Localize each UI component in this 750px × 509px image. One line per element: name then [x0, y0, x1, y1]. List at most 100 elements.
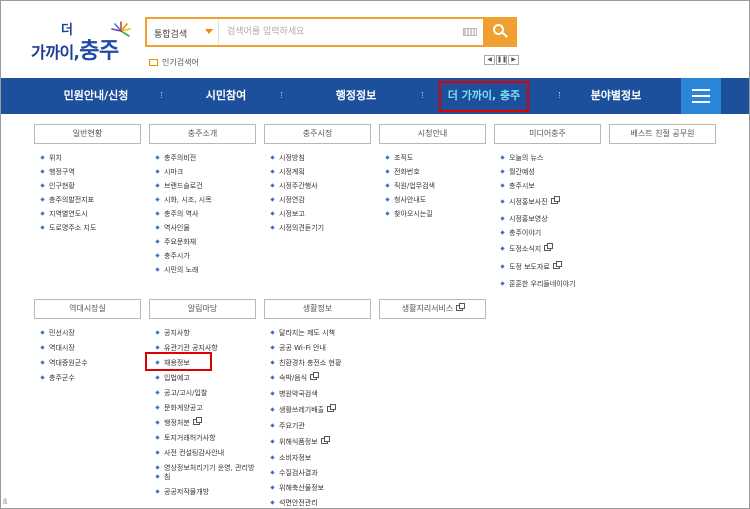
list-item[interactable]: 토지거래허가사항 [154, 434, 254, 442]
list-item[interactable]: 인구현황 [39, 182, 96, 190]
list-item[interactable]: 조직도 [384, 154, 435, 162]
hamburger-icon [692, 89, 710, 91]
list-item[interactable]: 시정홍보사진 [499, 196, 576, 206]
list-item[interactable]: 훈훈한 우리들네이야기 [499, 280, 576, 288]
sitemap-head-cityhall[interactable]: 시청안내 [379, 124, 486, 144]
list-item[interactable]: 문화게양공고 [154, 404, 254, 412]
list-item[interactable]: 소비자정보 [269, 454, 341, 462]
list-item[interactable]: 충주군수 [39, 374, 88, 382]
new-window-icon [310, 372, 320, 380]
list-item[interactable]: 직원/업무검색 [384, 182, 435, 190]
list-item[interactable]: 석면안전관리 [269, 499, 341, 507]
list-item[interactable]: 청사안내도 [384, 196, 435, 204]
list-item[interactable]: 오늘의 뉴스 [499, 154, 576, 162]
list-item[interactable]: 위치 [39, 154, 96, 162]
prev-button[interactable]: ◀ [484, 55, 495, 65]
list-item[interactable]: 충주의발전지표 [39, 196, 96, 204]
chungju-logo[interactable]: 더 가까이,충주 [31, 19, 131, 65]
list-item[interactable]: 시정방침 [269, 154, 324, 162]
keyboard-icon[interactable] [463, 28, 477, 36]
list-item[interactable]: 공공저작물개방 [154, 488, 254, 496]
nav-item-admin-info[interactable]: 행정정보 [311, 78, 401, 114]
pause-button[interactable]: ❚❚ [496, 55, 507, 65]
list-item[interactable]: 시마크 [154, 168, 212, 176]
list-item-continued[interactable]: 침 [154, 473, 254, 481]
nav-separator [559, 92, 561, 98]
list-item[interactable]: 시화, 시조, 시목 [154, 196, 212, 204]
list-item[interactable]: 도로명주소 지도 [39, 224, 96, 232]
list-item[interactable]: 시정보고 [269, 210, 324, 218]
list-item[interactable]: 충주의 역사 [154, 210, 212, 218]
list-item[interactable]: 행정구역 [39, 168, 96, 176]
list-item[interactable]: 입법예고 [154, 374, 254, 382]
list-item[interactable]: 영상정보처리기기 운영, 관리방 [154, 464, 254, 472]
list-item[interactable]: 역사인물 [154, 224, 212, 232]
list-item[interactable]: 시정연감 [269, 196, 324, 204]
list-item[interactable]: 전화번호 [384, 168, 435, 176]
new-window-icon [192, 417, 202, 425]
sitemap-head-living-info[interactable]: 생활정보 [264, 299, 371, 319]
sitemap-head-general[interactable]: 일반현황 [34, 124, 141, 144]
highlight-box-nav [439, 81, 529, 112]
list-item[interactable]: 충주이야기 [499, 229, 576, 237]
logo-big: 충주 [79, 39, 119, 64]
list-item[interactable]: 숙박/음식 [269, 372, 341, 382]
list-item[interactable]: 위해식품정보 [269, 436, 341, 446]
search-button[interactable] [483, 17, 517, 47]
list-item-label: 월간예성 [509, 168, 535, 176]
list-item[interactable]: 시정홍보영상 [499, 215, 576, 223]
sitemap-list-living-info: 달라지는 제도 시책 공공 Wi-Fi 안내 친환경차 충전소 현황 숙박/음식… [269, 329, 341, 507]
list-item[interactable]: 충주시가 [154, 252, 212, 260]
list-item-label: 도정소식지 [509, 245, 542, 253]
list-item[interactable]: 위해축산물정보 [269, 484, 341, 492]
list-item[interactable]: 생활쓰레기배출 [269, 404, 341, 414]
sitemap-head-media[interactable]: 미디어충주 [494, 124, 601, 144]
sitemap-head-notice[interactable]: 알림마당 [149, 299, 256, 319]
popular-pager: ◀ ❚❚ ▶ [483, 55, 519, 65]
list-item[interactable]: 공고/고시/입찰 [154, 389, 254, 397]
list-item[interactable]: 월간예성 [499, 168, 576, 176]
list-item[interactable]: 수질검사결과 [269, 469, 341, 477]
search-scope-select[interactable]: 통합검색 [147, 19, 219, 45]
sitemap-head-former-mayors[interactable]: 역대시장실 [34, 299, 141, 319]
list-item[interactable]: 충주시보 [499, 182, 576, 190]
sitemap-head-best-official[interactable]: 베스트 친절 공무원 [609, 124, 716, 144]
list-item[interactable]: 브랜드슬로건 [154, 182, 212, 190]
list-item[interactable]: 병원약국검색 [269, 390, 341, 398]
list-item[interactable]: 역대시장 [39, 344, 88, 352]
list-item[interactable]: 친환경차 충전소 현황 [269, 359, 341, 367]
search-input[interactable] [227, 23, 457, 41]
nav-item-civil[interactable]: 민원안내/신청 [41, 78, 151, 114]
sitemap-list-former-mayors: 민선시장 역대시장 역대중원군수 충주군수 [39, 329, 88, 382]
list-item[interactable]: 찾아오시는길 [384, 210, 435, 218]
list-item[interactable]: 도정 보도자료 [499, 261, 576, 271]
list-item[interactable]: 시민의 노래 [154, 266, 212, 274]
list-item[interactable]: 도정소식지 [499, 243, 576, 253]
list-item[interactable]: 역대중원군수 [39, 359, 88, 367]
list-item[interactable]: 민선시장 [39, 329, 88, 337]
sitemap-head-geo-service[interactable]: 생활지리서비스 [379, 299, 486, 319]
list-item[interactable]: 충주의비전 [154, 154, 212, 162]
list-item[interactable]: 시정의견듣기기 [269, 224, 324, 232]
list-item-label: 시정홍보영상 [509, 215, 548, 223]
list-item[interactable]: 행정처분 [154, 417, 254, 427]
nav-item-field-info[interactable]: 분야별정보 [571, 78, 661, 114]
list-item[interactable]: 주요문화재 [154, 238, 212, 246]
menu-button[interactable] [681, 78, 721, 114]
list-item[interactable]: 유관기관 공지사항 [154, 344, 254, 352]
logo-main-text: 가까이,충주 [31, 33, 119, 65]
list-item[interactable]: 공지사항 [154, 329, 254, 337]
list-item[interactable]: 시정주간행사 [269, 182, 324, 190]
next-button[interactable]: ▶ [508, 55, 519, 65]
list-item[interactable]: 시정계획 [269, 168, 324, 176]
nav-item-participation[interactable]: 시민참여 [181, 78, 271, 114]
sitemap-head-intro[interactable]: 충주소개 [149, 124, 256, 144]
list-item[interactable]: 지역별연도시 [39, 210, 96, 218]
logo-spark-icon [111, 21, 131, 37]
list-item[interactable]: 사전 컨설팅감사안내 [154, 449, 254, 457]
popular-searches[interactable]: 인기검색어 [149, 57, 199, 68]
list-item[interactable]: 달라지는 제도 시책 [269, 329, 341, 337]
list-item[interactable]: 공공 Wi-Fi 안내 [269, 344, 341, 352]
list-item[interactable]: 주요기관 [269, 422, 341, 430]
sitemap-head-admin[interactable]: 충주시정 [264, 124, 371, 144]
